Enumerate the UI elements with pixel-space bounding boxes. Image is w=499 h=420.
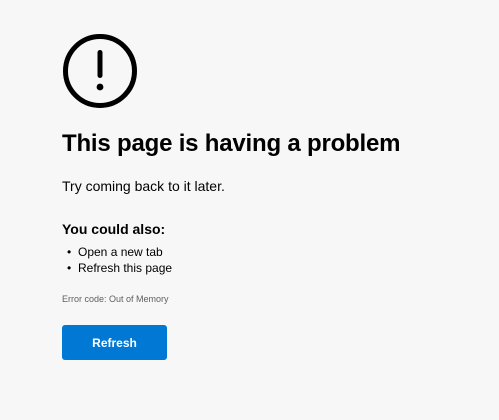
error-code: Error code: Out of Memory: [62, 294, 169, 304]
bullet: •: [67, 261, 72, 275]
exclamation-circle-icon: [62, 33, 138, 109]
error-subtitle: Try coming back to it later.: [62, 178, 225, 194]
list-item: • Open a new tab: [62, 244, 482, 260]
error-content: This page is having a problem Try coming…: [62, 33, 482, 360]
suggestions-heading: You could also:: [62, 221, 166, 237]
bullet: •: [67, 245, 72, 259]
error-page: This page is having a problem Try coming…: [0, 0, 499, 420]
refresh-button[interactable]: Refresh: [62, 325, 167, 360]
page-title: This page is having a problem: [62, 130, 401, 157]
list-item: • Refresh this page: [62, 260, 482, 276]
suggestion-refresh-page: Refresh this page: [78, 261, 173, 275]
suggestions-list: • Open a new tab • Refresh this page: [62, 244, 482, 276]
suggestion-open-new-tab: Open a new tab: [78, 245, 163, 259]
